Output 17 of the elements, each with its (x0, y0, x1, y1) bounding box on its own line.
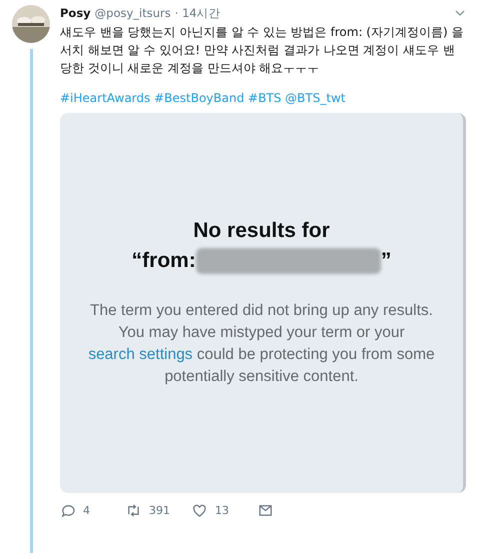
speech-bubble-icon (60, 503, 75, 518)
retweet-button[interactable]: 391 (126, 503, 192, 518)
retweet-icon (126, 503, 141, 518)
no-results-heading: No results for (193, 218, 330, 244)
like-button[interactable]: 13 (192, 503, 258, 518)
query-prefix: “from: (132, 248, 196, 274)
tweet-time[interactable]: · 14시간 (174, 6, 221, 20)
author-handle: @posy_itsurs (94, 6, 171, 20)
heart-icon (192, 503, 207, 518)
author-name[interactable]: Posy (60, 6, 91, 20)
search-settings-link[interactable]: search settings (88, 346, 193, 363)
reply-button[interactable]: 4 (60, 503, 126, 518)
query-suffix: ” (380, 248, 392, 274)
no-results-message: The term you entered did not bring up any results. You may have mistyped your term or your search settings could be protecting you from some potentially sensitive content. (87, 301, 436, 387)
envelope-icon (258, 503, 273, 518)
hashtags[interactable]: #iHeartAwards #BestBoyBand #BTS @BTS_twt (60, 91, 466, 105)
tweet-text: 섀도우 밴을 당했는지 아닌지를 알 수 있는 방법은 from: (자기계정이름) 을 서치 해보면 알 수 있어요! 만약 사진처럼 결과가 나오면 계정이 섀도우 밴 당한 것이니 새로운 계정을 만드셔야 해요ㅜㅜㅜ (60, 24, 464, 77)
